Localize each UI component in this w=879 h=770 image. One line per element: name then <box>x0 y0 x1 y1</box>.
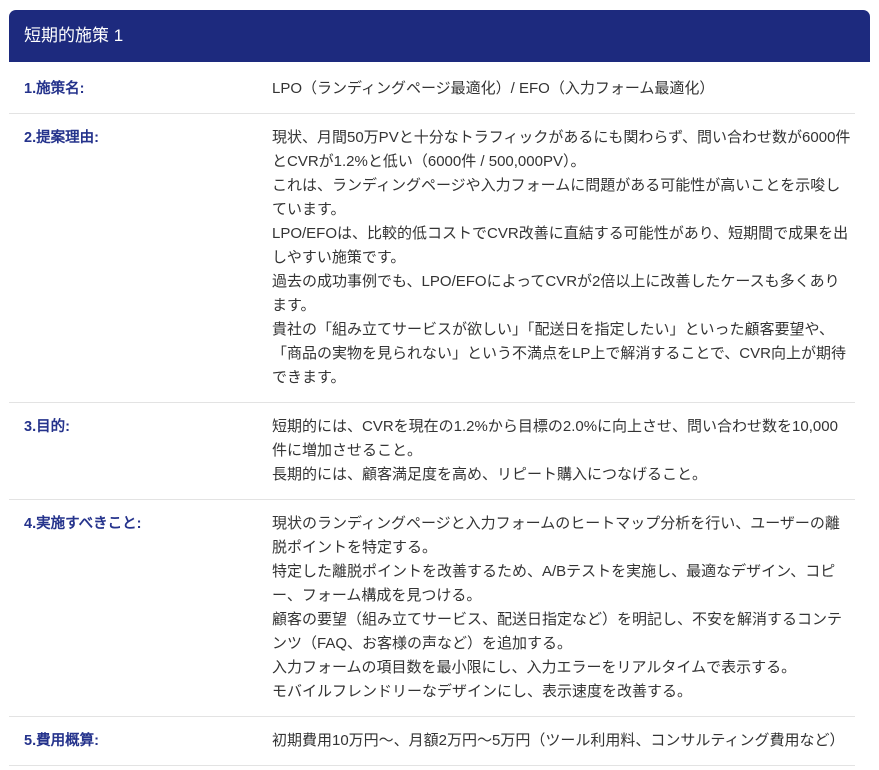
row-paragraph: LPO/EFOは、比較的低コストでCVR改善に直結する可能性があり、短期間で成果… <box>272 225 849 266</box>
label-action-items: 4.実施すべきこと: <box>24 516 142 532</box>
value-objective: 短期的には、CVRを現在の1.2%から目標の2.0%に向上させ、問い合わせ数を1… <box>272 415 852 487</box>
row-paragraph: 短期的には、CVRを現在の1.2%から目標の2.0%に向上させ、問い合わせ数を1… <box>272 418 838 459</box>
card-header: 短期的施策 1 <box>9 10 870 62</box>
card-title: 短期的施策 1 <box>24 26 124 45</box>
row-action-items: 4.実施すべきこと: 現状のランディングページと入力フォームのヒートマップ分析を… <box>9 500 855 717</box>
row-paragraph: 過去の成功事例でも、LPO/EFOによってCVRが2倍以上に改善したケースも多く… <box>272 273 840 314</box>
row-paragraph: 現状、月間50万PVと十分なトラフィックがあるにも関わらず、問い合わせ数が600… <box>272 129 851 170</box>
measure-table: 1.施策名: LPO（ランディングページ最適化）/ EFO（入力フォーム最適化）… <box>9 62 855 766</box>
row-paragraph: 特定した離脱ポイントを改善するため、A/Bテストを実施し、最適なデザイン、コピー… <box>272 563 836 604</box>
value-proposal-reason: 現状、月間50万PVと十分なトラフィックがあるにも関わらず、問い合わせ数が600… <box>272 126 852 390</box>
row-paragraph: 顧客の要望（組み立てサービス、配送日指定など）を明記し、不安を解消するコンテンツ… <box>272 611 843 652</box>
label-objective: 3.目的: <box>24 419 70 435</box>
value-action-items: 現状のランディングページと入力フォームのヒートマップ分析を行い、ユーザーの離脱ポ… <box>272 512 852 704</box>
row-paragraph: LPO（ランディングページ最適化）/ EFO（入力フォーム最適化） <box>272 80 715 97</box>
row-paragraph: 長期的には、顧客満足度を高め、リピート購入につなげること。 <box>272 466 708 483</box>
measure-card: 短期的施策 1 1.施策名: LPO（ランディングページ最適化）/ EFO（入力… <box>9 10 870 766</box>
row-paragraph: 現状のランディングページと入力フォームのヒートマップ分析を行い、ユーザーの離脱ポ… <box>272 515 840 556</box>
row-paragraph: 初期費用10万円～、月額2万円～5万円（ツール利用料、コンサルティング費用など） <box>272 732 845 749</box>
row-objective: 3.目的: 短期的には、CVRを現在の1.2%から目標の2.0%に向上させ、問い… <box>9 403 855 500</box>
row-paragraph: 貴社の「組み立てサービスが欲しい」「配送日を指定したい」といった顧客要望や、「商… <box>272 321 846 386</box>
label-proposal-reason: 2.提案理由: <box>24 130 99 146</box>
value-cost-estimate: 初期費用10万円～、月額2万円～5万円（ツール利用料、コンサルティング費用など） <box>272 729 852 753</box>
row-paragraph: 入力フォームの項目数を最小限にし、入力エラーをリアルタイムで表示する。 <box>272 659 797 676</box>
row-cost-estimate: 5.費用概算: 初期費用10万円～、月額2万円～5万円（ツール利用料、コンサルテ… <box>9 717 855 766</box>
value-measure-name: LPO（ランディングページ最適化）/ EFO（入力フォーム最適化） <box>272 77 852 101</box>
row-measure-name: 1.施策名: LPO（ランディングページ最適化）/ EFO（入力フォーム最適化） <box>9 65 855 114</box>
label-measure-name: 1.施策名: <box>24 81 85 97</box>
label-cost-estimate: 5.費用概算: <box>24 733 99 749</box>
row-paragraph: モバイルフレンドリーなデザインにし、表示速度を改善する。 <box>272 683 693 700</box>
row-proposal-reason: 2.提案理由: 現状、月間50万PVと十分なトラフィックがあるにも関わらず、問い… <box>9 114 855 403</box>
row-paragraph: これは、ランディングページや入力フォームに問題がある可能性が高いことを示唆してい… <box>272 177 841 218</box>
